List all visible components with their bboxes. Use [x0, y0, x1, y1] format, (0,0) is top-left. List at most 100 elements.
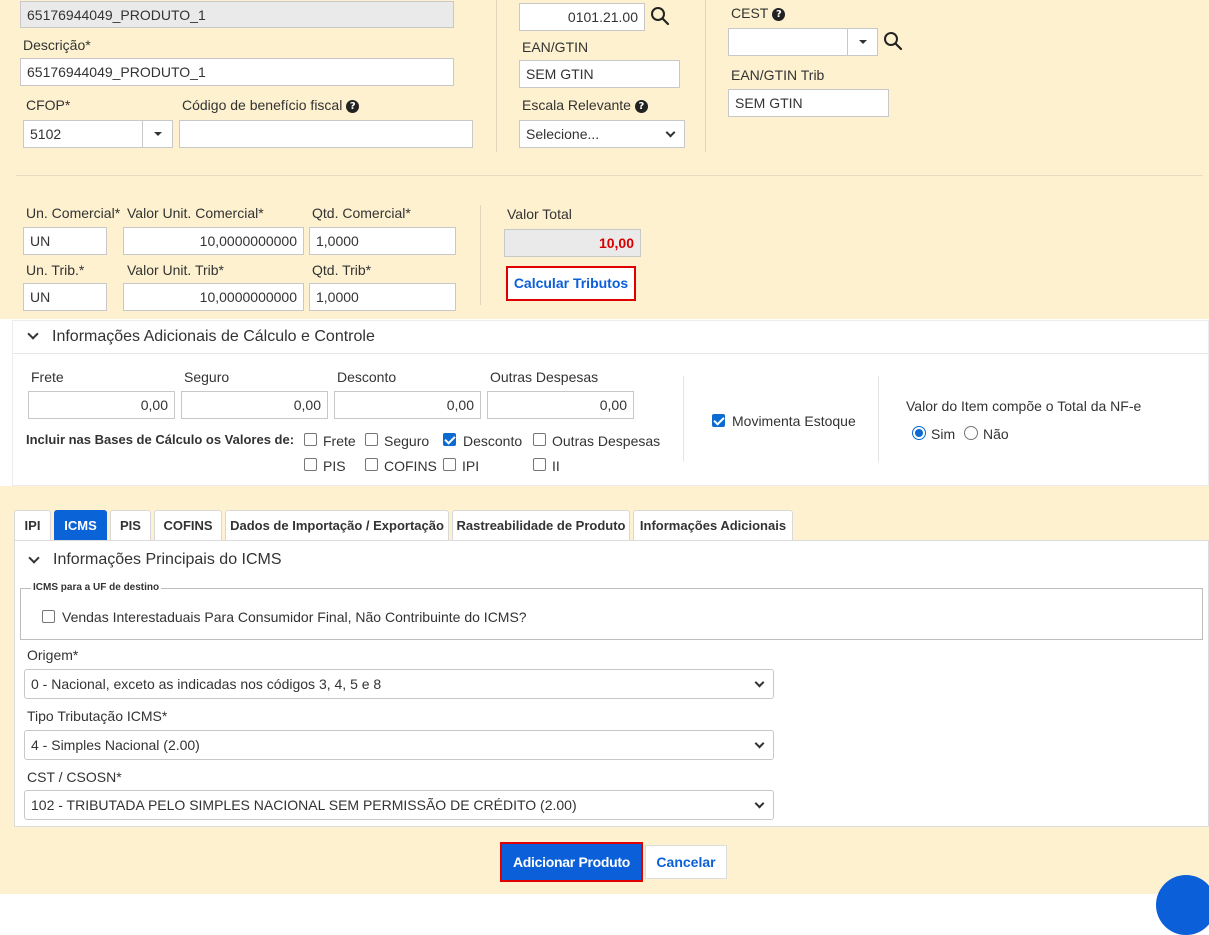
- outras-input[interactable]: 0,00: [487, 391, 634, 419]
- valor-total-value: 10,00: [598, 235, 634, 251]
- cofins-check-label: COFINS: [384, 458, 437, 474]
- tab-icms[interactable]: ICMS: [54, 510, 107, 540]
- origem-select[interactable]: 0 - Nacional, exceto as indicadas nos có…: [24, 669, 774, 699]
- divider: [480, 205, 481, 305]
- product-code-field[interactable]: 65176944049_PRODUTO_1: [20, 1, 454, 28]
- cest-label: CEST?: [731, 5, 786, 21]
- desconto-input[interactable]: 0,00: [334, 391, 481, 419]
- valor-unit-trib-input[interactable]: 10,0000000000: [123, 283, 304, 311]
- icms-uf-destino-legend: ICMS para a UF de destino: [31, 582, 162, 593]
- ean-trib-label: EAN/GTIN Trib: [731, 67, 825, 83]
- descricao-input[interactable]: 65176944049_PRODUTO_1: [20, 58, 454, 86]
- qtd-comercial-input[interactable]: 1,0000: [309, 227, 456, 255]
- movimenta-estoque-label: Movimenta Estoque: [732, 413, 856, 429]
- sim-radio[interactable]: [912, 426, 926, 440]
- adicionais-title: Informações Adicionais de Cálculo e Cont…: [52, 328, 375, 345]
- un-trib-label: Un. Trib.*: [26, 262, 85, 278]
- ncm-input[interactable]: 0101.21.00: [519, 3, 645, 31]
- valor-unit-comercial-input[interactable]: 10,0000000000: [123, 227, 304, 255]
- origem-label: Origem*: [27, 647, 79, 663]
- ipi-checkbox[interactable]: [443, 458, 456, 471]
- cancelar-button[interactable]: Cancelar: [645, 845, 727, 879]
- ii-check-label: II: [552, 458, 560, 474]
- pis-checkbox[interactable]: [304, 458, 317, 471]
- frete-checkbox[interactable]: [304, 433, 317, 446]
- frete-input[interactable]: 0,00: [28, 391, 175, 419]
- ipi-check-label: IPI: [462, 458, 480, 474]
- divider: [705, 0, 706, 152]
- frete-check-label: Frete: [323, 433, 356, 449]
- tipo-tributacao-value: 4 - Simples Nacional (2.00): [31, 737, 200, 753]
- divider: [496, 0, 497, 152]
- help-icon[interactable]: ?: [346, 100, 360, 113]
- seguro-checkbox[interactable]: [365, 433, 378, 446]
- adicionar-produto-button[interactable]: Adicionar Produto: [500, 842, 643, 882]
- chevron-down-icon: [754, 677, 765, 688]
- caret-down-icon[interactable]: [27, 328, 39, 340]
- tab-importacao[interactable]: Dados de Importação / Exportação: [225, 510, 449, 540]
- un-comercial-label: Un. Comercial*: [26, 205, 121, 221]
- movimenta-estoque-checkbox[interactable]: [712, 414, 725, 427]
- chat-icon[interactable]: [1156, 875, 1209, 935]
- cofins-checkbox[interactable]: [365, 458, 378, 471]
- ean-label: EAN/GTIN: [522, 39, 589, 55]
- divider: [16, 175, 1203, 176]
- valor-total-field: 10,00: [504, 229, 641, 257]
- seguro-check-label: Seguro: [384, 433, 430, 449]
- beneficio-label-text: Código de benefício fiscal: [182, 97, 343, 113]
- help-icon[interactable]: ?: [634, 100, 648, 113]
- nao-radio[interactable]: [964, 426, 978, 440]
- tab-rastreabilidade[interactable]: Rastreabilidade de Produto: [452, 510, 630, 540]
- escala-value: Selecione...: [526, 126, 600, 142]
- un-comercial-input[interactable]: UN: [23, 227, 107, 255]
- vendas-interestaduais-checkbox[interactable]: [42, 610, 55, 623]
- desconto-check-label: Desconto: [463, 433, 523, 449]
- help-icon[interactable]: ?: [772, 8, 786, 21]
- chevron-down-icon: [754, 798, 765, 809]
- seguro-input[interactable]: 0,00: [181, 391, 328, 419]
- escala-label-text: Escala Relevante: [522, 97, 631, 113]
- cfop-label: CFOP*: [26, 97, 71, 113]
- tab-informacoes-adicionais[interactable]: Informações Adicionais: [633, 510, 793, 540]
- tab-ipi[interactable]: IPI: [14, 510, 51, 540]
- cst-select[interactable]: 102 - TRIBUTADA PELO SIMPLES NACIONAL SE…: [24, 790, 774, 820]
- descricao-label: Descrição*: [23, 37, 91, 53]
- cfop-dropdown-button[interactable]: [142, 121, 172, 147]
- cest-label-text: CEST: [731, 5, 769, 21]
- un-trib-input[interactable]: UN: [23, 283, 107, 311]
- tipo-tributacao-label: Tipo Tributação ICMS*: [27, 708, 168, 724]
- frete-label: Frete: [31, 369, 64, 385]
- seguro-label: Seguro: [184, 369, 230, 385]
- outras-label: Outras Despesas: [490, 369, 599, 385]
- chevron-down-icon: [665, 127, 676, 138]
- qtd-trib-label: Qtd. Trib*: [312, 262, 372, 278]
- ncm-search-icon[interactable]: [650, 6, 670, 26]
- valor-total-label: Valor Total: [507, 206, 572, 222]
- tab-cofins[interactable]: COFINS: [154, 510, 222, 540]
- pis-check-label: PIS: [323, 458, 346, 474]
- cest-search-icon[interactable]: [883, 31, 903, 51]
- beneficio-label: Código de benefício fiscal?: [182, 97, 360, 113]
- ean-trib-input[interactable]: SEM GTIN: [728, 89, 889, 117]
- tab-pis[interactable]: PIS: [110, 510, 151, 540]
- cst-label: CST / CSOSN*: [27, 769, 122, 785]
- calcular-tributos-button[interactable]: Calcular Tributos: [506, 266, 636, 301]
- ii-checkbox[interactable]: [533, 458, 546, 471]
- cfop-value: 5102: [30, 126, 62, 142]
- desconto-label: Desconto: [337, 369, 397, 385]
- cest-dropdown-button[interactable]: [847, 29, 877, 55]
- outras-checkbox[interactable]: [533, 433, 546, 446]
- cfop-combobox[interactable]: 5102: [23, 120, 173, 148]
- escala-select[interactable]: Selecione...: [519, 120, 685, 148]
- vendas-interestaduais-label: Vendas Interestaduais Para Consumidor Fi…: [62, 609, 527, 625]
- beneficio-input[interactable]: [179, 120, 473, 148]
- adicionais-header[interactable]: Informações Adicionais de Cálculo e Cont…: [13, 321, 1208, 354]
- tipo-tributacao-select[interactable]: 4 - Simples Nacional (2.00): [24, 730, 774, 760]
- outras-check-label: Outras Despesas: [552, 433, 661, 449]
- desconto-checkbox[interactable]: [443, 433, 456, 446]
- ean-input[interactable]: SEM GTIN: [519, 60, 680, 88]
- icms-section-title: Informações Principais do ICMS: [53, 551, 282, 568]
- qtd-trib-input[interactable]: 1,0000: [309, 283, 456, 311]
- cest-combobox[interactable]: [728, 28, 878, 56]
- divider: [878, 376, 879, 462]
